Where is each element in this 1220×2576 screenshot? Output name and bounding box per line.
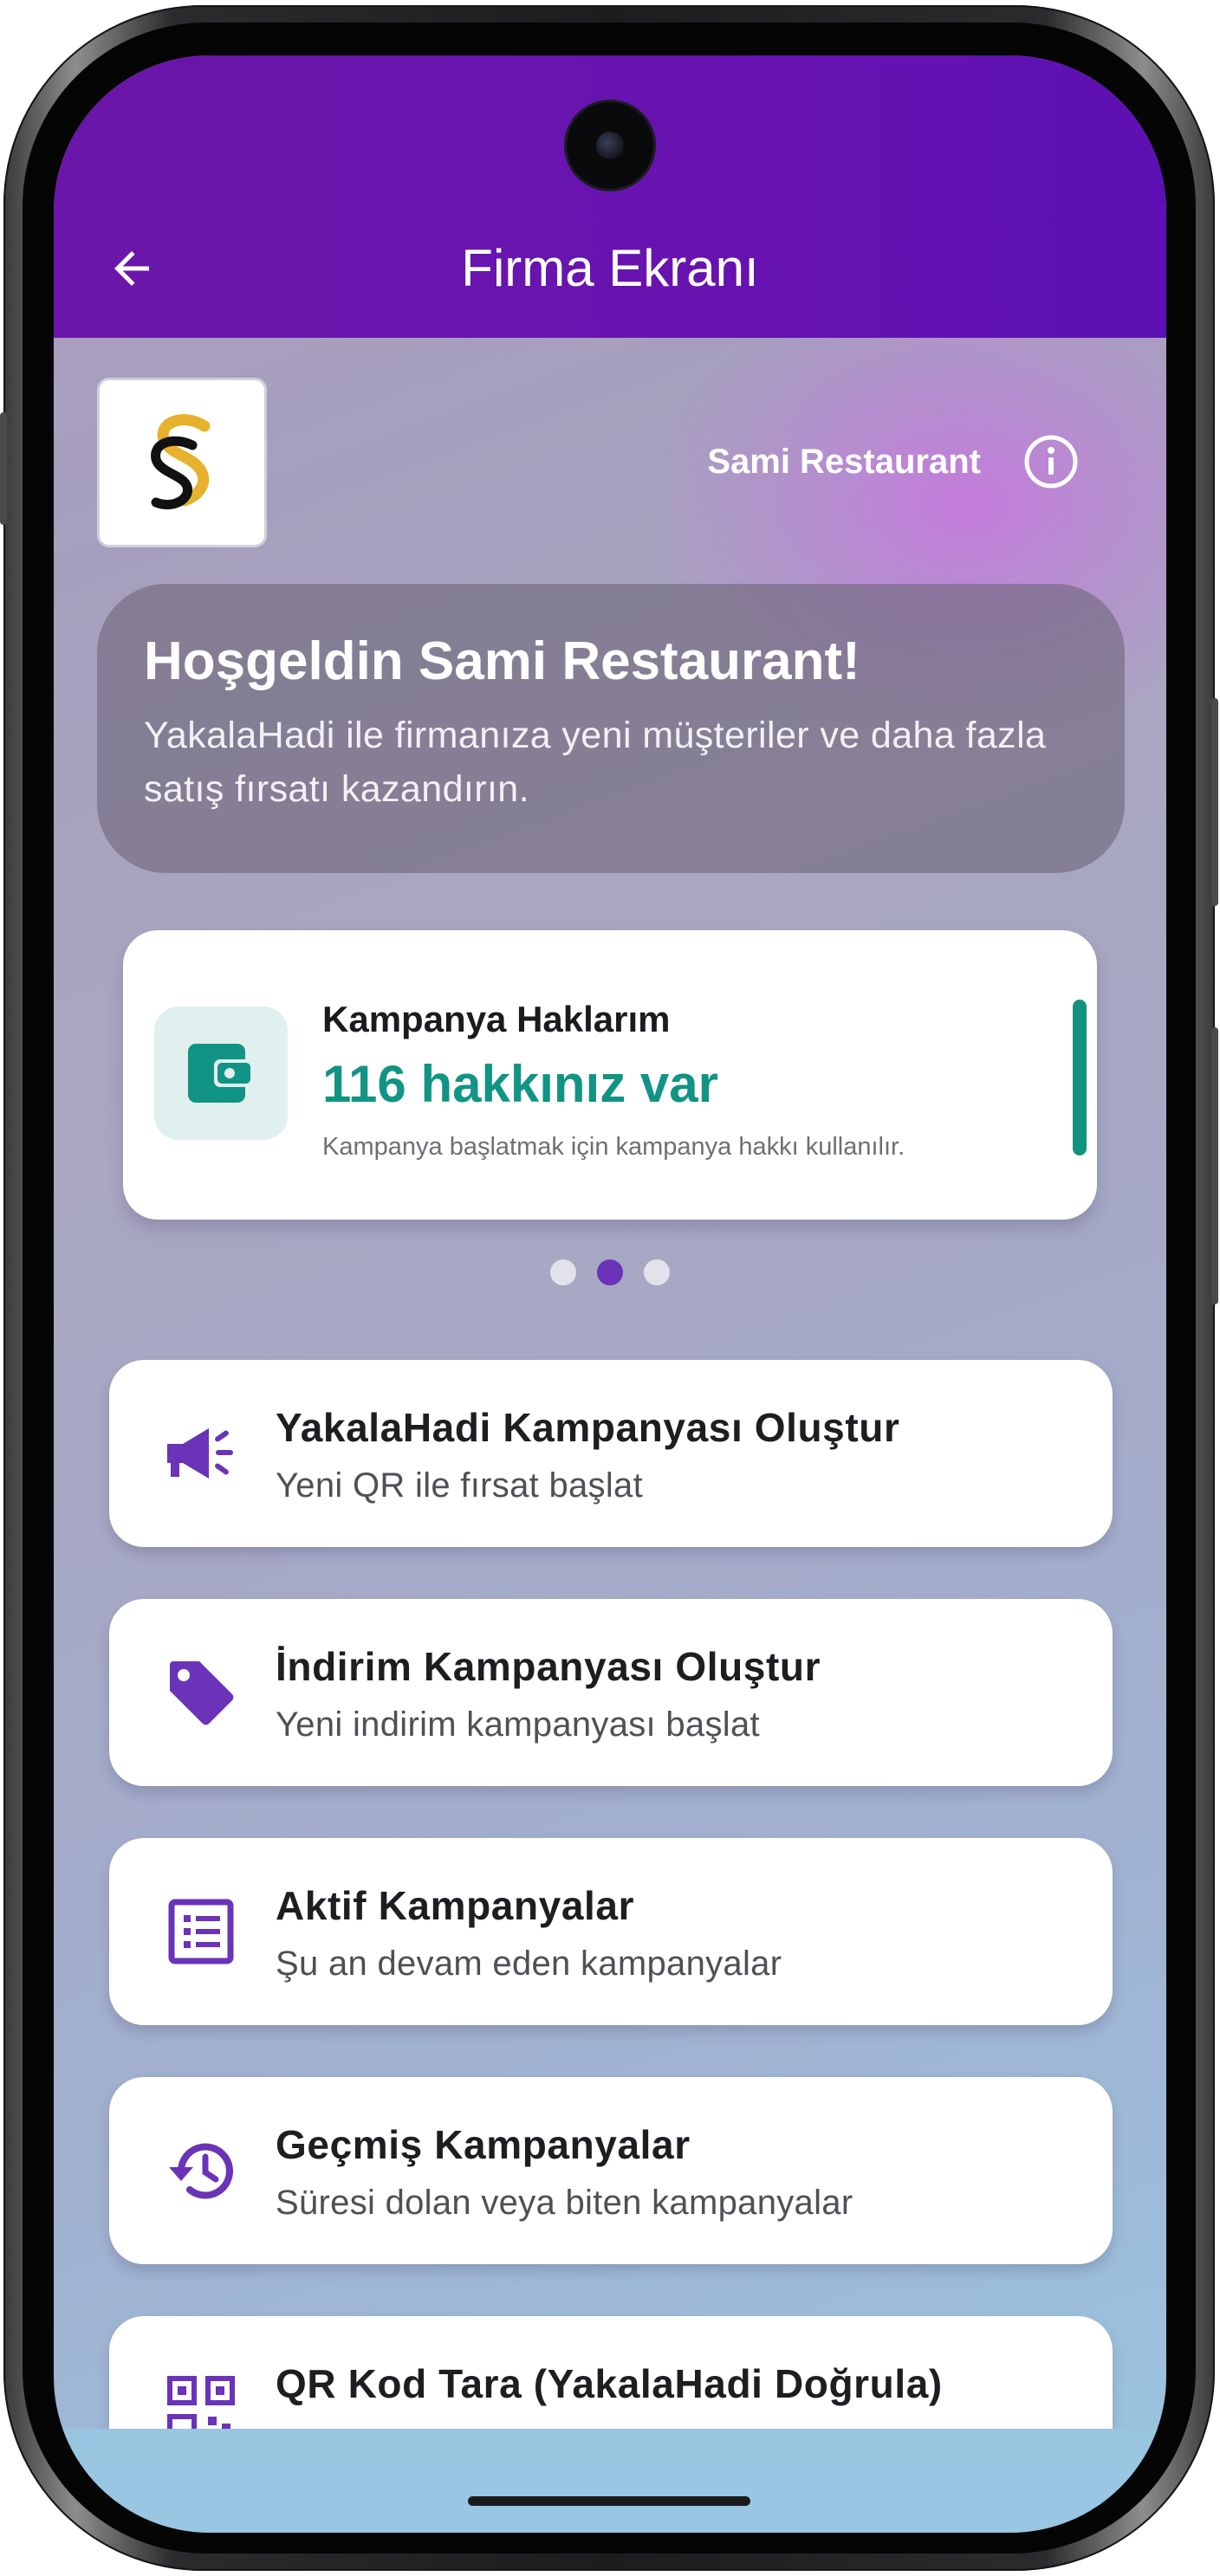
carousel-indicator	[54, 1259, 1166, 1285]
list-icon	[152, 1883, 250, 1980]
menu-item-subtitle: Süresi dolan veya biten kampanyalar	[276, 2184, 853, 2222]
side-button	[1211, 1027, 1218, 1304]
menu-item-past-campaigns[interactable]: Geçmiş Kampanyalar Süresi dolan veya bit…	[109, 2077, 1113, 2264]
campaign-rights-card[interactable]: Kampanya Haklarım 116 hakkınız var Kampa…	[123, 930, 1097, 1220]
wallet-icon-box	[154, 1006, 288, 1140]
menu-item-create-yakalahadi[interactable]: YakalaHadi Kampanyası Oluştur Yeni QR il…	[109, 1360, 1113, 1547]
menu-item-subtitle: Yeni QR ile fırsat başlat	[276, 1466, 644, 1505]
carousel-dot-active[interactable]	[597, 1259, 623, 1285]
home-indicator[interactable]	[468, 2496, 750, 2506]
rights-note: Kampanya başlatmak için kampanya hakkı k…	[322, 1133, 905, 1161]
company-name: Sami Restaurant	[707, 443, 981, 481]
carousel-dot[interactable]	[550, 1259, 576, 1285]
welcome-title: Hoşgeldin Sami Restaurant!	[144, 631, 860, 691]
menu-item-subtitle: Şu an devam eden kampanyalar	[276, 1945, 782, 1983]
history-icon	[152, 2122, 250, 2219]
info-button[interactable]	[1022, 433, 1080, 490]
page-title: Firma Ekranı	[461, 239, 759, 297]
tag-icon	[152, 1644, 250, 1741]
menu-item-title: YakalaHadi Kampanyası Oluştur	[276, 1405, 900, 1450]
info-icon	[1024, 435, 1078, 489]
accent-bar	[1073, 1000, 1087, 1155]
rights-title: Kampanya Haklarım	[322, 999, 671, 1039]
app-bar: Firma Ekranı	[54, 55, 1166, 338]
bottom-safe-area	[54, 2429, 1166, 2533]
carousel-dot[interactable]	[644, 1259, 670, 1285]
welcome-card: Hoşgeldin Sami Restaurant! YakalaHadi il…	[97, 584, 1125, 873]
front-camera	[567, 102, 653, 189]
action-menu: YakalaHadi Kampanyası Oluştur Yeni QR il…	[109, 1360, 1113, 2533]
phone-screen: Firma Ekranı Sami Restaurant Hoşgeldin S…	[54, 55, 1166, 2533]
side-button	[0, 412, 7, 525]
company-logo	[97, 378, 267, 547]
menu-item-subtitle: Yeni indirim kampanyası başlat	[276, 1705, 760, 1744]
menu-item-create-discount[interactable]: İndirim Kampanyası Oluştur Yeni indirim …	[109, 1599, 1113, 1786]
menu-item-title: Aktif Kampanyalar	[276, 1883, 635, 1928]
menu-item-title: İndirim Kampanyası Oluştur	[276, 1644, 821, 1689]
menu-item-title: QR Kod Tara (YakalaHadi Doğrula)	[276, 2361, 943, 2406]
logo-s-mark	[151, 414, 211, 510]
megaphone-icon	[152, 1405, 250, 1502]
wallet-icon	[188, 1044, 254, 1103]
rights-count: 116 hakkınız var	[322, 1055, 718, 1113]
welcome-text: YakalaHadi ile firmanıza yeni müşteriler…	[144, 715, 1047, 810]
menu-item-title: Geçmiş Kampanyalar	[276, 2122, 691, 2167]
side-button	[1211, 698, 1218, 906]
menu-item-active-campaigns[interactable]: Aktif Kampanyalar Şu an devam eden kampa…	[109, 1838, 1113, 2025]
